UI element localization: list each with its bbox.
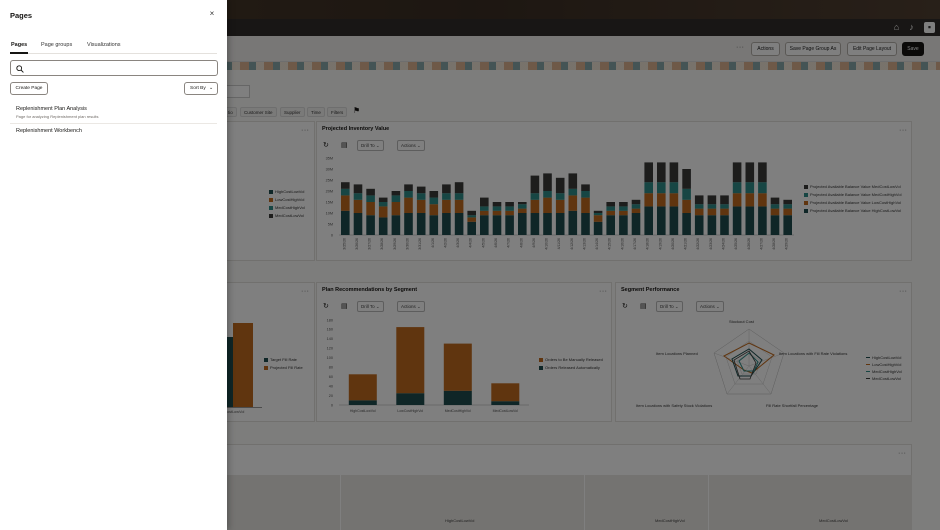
search-icon [16,65,24,73]
active-tab-indicator [10,52,28,54]
tab-page-groups[interactable]: Page groups [41,42,72,48]
list-item[interactable]: Replenishment Plan Analysis Page for ana… [10,103,217,124]
chevron-down-icon: ⌄ [208,86,213,91]
search-field[interactable] [10,60,218,76]
search-input[interactable] [27,63,212,73]
tab-visualizations[interactable]: Visualizations [87,42,121,48]
list-item[interactable]: Replenishment Workbench [10,125,217,139]
drawer-title: Pages [10,11,33,20]
page-description: Page for analyzing Replenishment plan re… [16,114,99,119]
tab-pages[interactable]: Pages [11,42,27,48]
create-page-button[interactable]: Create Page [10,82,48,95]
close-icon[interactable]: × [207,9,217,19]
page-name: Replenishment Workbench [16,128,82,134]
pages-drawer: Pages × Pages Page groups Visualizations… [0,0,227,530]
sort-by-dropdown[interactable]: Sort By ⌄ [184,82,218,95]
page-name: Replenishment Plan Analysis [16,106,87,112]
